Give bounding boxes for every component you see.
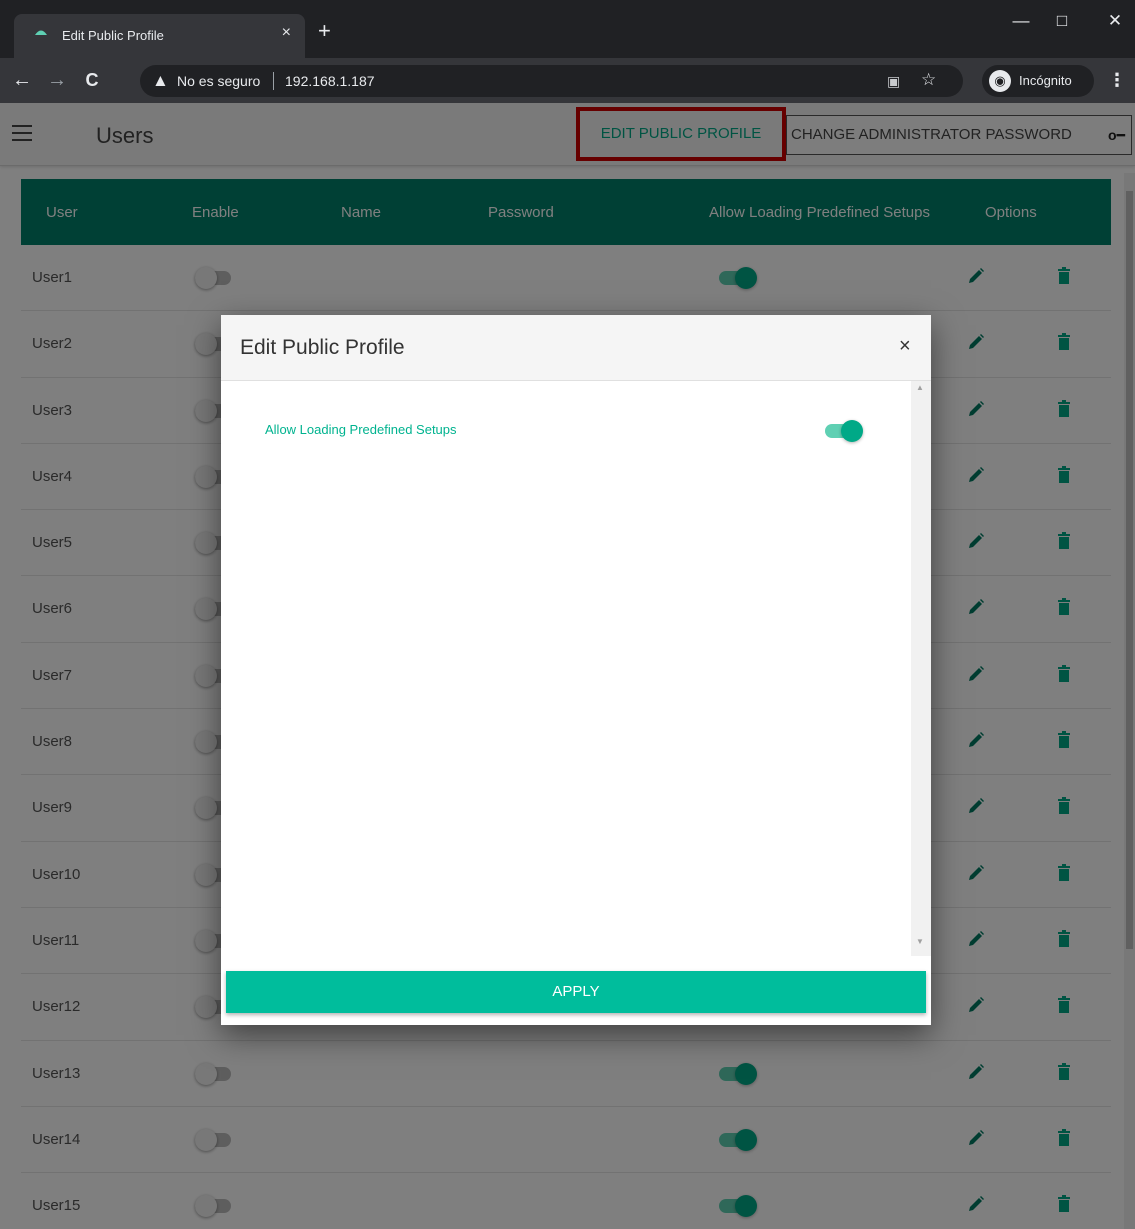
browser-toolbar: ← → C ▲ No es seguro 192.168.1.187 ▣ ☆ ◉…: [0, 58, 1135, 103]
dialog-scrollbar[interactable]: ▲ ▼: [911, 381, 931, 956]
allow-predefined-setups-toggle[interactable]: [825, 420, 863, 442]
incognito-icon: ◉: [989, 70, 1011, 92]
translate-icon[interactable]: ▣: [887, 73, 900, 90]
browser-menu-icon[interactable]: ⋮: [1107, 65, 1127, 95]
close-icon[interactable]: ×: [899, 335, 911, 358]
maximize-icon[interactable]: □: [1042, 6, 1082, 36]
scroll-down-icon[interactable]: ▼: [916, 937, 924, 946]
bookmark-star-icon[interactable]: ☆: [921, 70, 936, 90]
reload-icon[interactable]: C: [78, 66, 106, 94]
browser-tab-bar: Edit Public Profile × + — □ ✕: [0, 0, 1135, 58]
new-tab-icon[interactable]: +: [318, 20, 331, 42]
window-close-icon[interactable]: ✕: [1095, 6, 1135, 36]
scroll-up-icon[interactable]: ▲: [916, 383, 924, 392]
back-icon[interactable]: ←: [8, 66, 36, 94]
address-bar[interactable]: ▲ No es seguro 192.168.1.187 ▣ ☆: [140, 65, 963, 97]
dialog-header: Edit Public Profile ×: [221, 315, 931, 381]
security-status[interactable]: No es seguro: [177, 73, 260, 89]
browser-tab[interactable]: Edit Public Profile ×: [14, 14, 305, 58]
apply-button[interactable]: APPLY: [226, 971, 926, 1013]
forward-icon[interactable]: →: [43, 66, 71, 94]
warning-icon: ▲: [152, 71, 169, 90]
incognito-favicon-icon: [35, 30, 47, 35]
dialog-title: Edit Public Profile: [240, 336, 405, 359]
allow-predefined-setups-label: Allow Loading Predefined Setups: [265, 422, 457, 437]
tab-title: Edit Public Profile: [62, 28, 164, 43]
web-page: Users EDIT PUBLIC PROFILE CHANGE ADMINIS…: [0, 103, 1135, 1229]
dialog-body: Allow Loading Predefined Setups ▲ ▼: [221, 381, 931, 956]
edit-public-profile-dialog: Edit Public Profile × Allow Loading Pred…: [221, 315, 931, 1025]
tab-close-icon[interactable]: ×: [282, 24, 291, 42]
omnibox-divider: [273, 72, 274, 90]
incognito-label: Incógnito: [1019, 73, 1072, 88]
minimize-icon[interactable]: —: [1001, 6, 1041, 36]
incognito-badge[interactable]: ◉ Incógnito: [982, 65, 1094, 97]
url-text[interactable]: 192.168.1.187: [285, 73, 375, 89]
